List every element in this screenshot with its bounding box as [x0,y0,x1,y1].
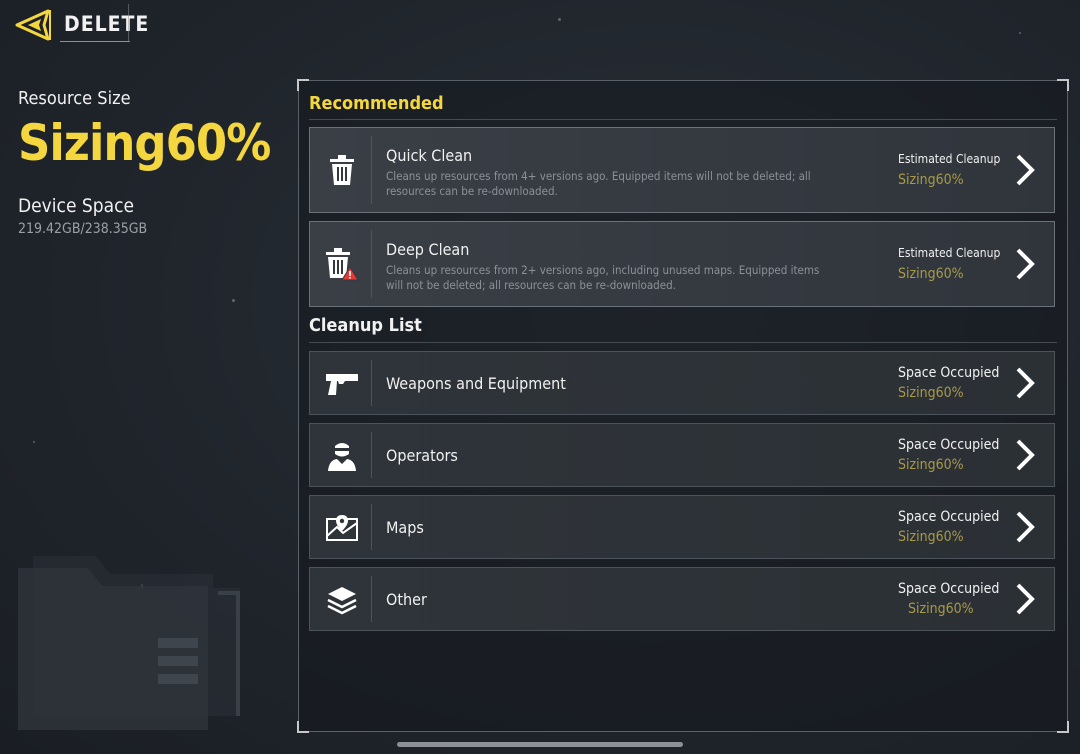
background-speck [558,18,561,21]
resource-size-value: Sizing60% [18,114,271,172]
cleanup-item-weapons[interactable]: Weapons and Equipment Space Occupied Siz… [309,351,1055,415]
chevron-right-icon [1016,583,1035,615]
space-occupied-label: Space Occupied [898,365,1000,381]
deep-clean-title: Deep Clean [386,240,470,259]
panel-corner [1057,721,1069,733]
card-divider [371,576,372,622]
estimated-cleanup-label: Estimated Cleanup [898,152,1001,166]
card-divider [371,360,372,406]
quick-clean-card[interactable]: Quick Clean Cleans up resources from 4+ … [309,127,1055,213]
layers-icon [324,582,360,618]
quick-clean-title: Quick Clean [386,146,473,165]
space-occupied-value: Sizing60% [898,385,964,401]
resource-size-label: Resource Size [18,88,131,109]
back-button[interactable] [14,8,54,42]
space-occupied-label: Space Occupied [898,581,1000,597]
trash-warning-icon [324,246,360,282]
header-divider [128,4,129,42]
space-occupied-value: Sizing60% [908,601,974,617]
header-underline [60,41,130,42]
background-speck [1019,32,1021,34]
device-space-label: Device Space [18,195,134,217]
card-divider [371,432,372,478]
home-indicator[interactable] [397,742,683,747]
space-occupied-label: Space Occupied [898,509,1000,525]
cleanup-list-title: Cleanup List [309,315,422,336]
cleanup-item-label: Weapons and Equipment [386,374,566,393]
cleanup-item-operators[interactable]: Operators Space Occupied Sizing60% [309,423,1055,487]
cleanup-item-other[interactable]: Other Space Occupied Sizing60% [309,567,1055,631]
card-divider [371,230,372,298]
cleanup-item-label: Maps [386,518,424,537]
cleanup-panel: Recommended Quick Clean Cleans up resour… [297,79,1069,733]
background-speck [232,299,235,302]
operator-icon [324,438,360,474]
estimated-cleanup-value: Sizing60% [898,172,964,188]
deep-clean-card[interactable]: Deep Clean Cleans up resources from 2+ v… [309,221,1055,307]
folder-icon [18,556,240,730]
card-divider [371,504,372,550]
space-occupied-value: Sizing60% [898,529,964,545]
quick-clean-description: Cleans up resources from 4+ versions ago… [386,169,811,198]
back-arrow-icon [15,9,51,41]
panel-corner [297,721,309,733]
estimated-cleanup-value: Sizing60% [898,266,964,282]
card-divider [371,136,372,204]
background-speck [33,441,35,443]
cleanup-item-maps[interactable]: Maps Space Occupied Sizing60% [309,495,1055,559]
estimated-cleanup-label: Estimated Cleanup [898,246,1001,260]
section-divider [309,342,1057,343]
chevron-right-icon [1016,367,1035,399]
chevron-right-icon [1016,439,1035,471]
cleanup-item-label: Operators [386,446,458,465]
panel-corner [1057,79,1069,91]
chevron-right-icon [1016,154,1035,186]
recommended-title: Recommended [309,93,444,114]
chevron-right-icon [1016,511,1035,543]
page-title: DELETE [64,12,150,36]
panel-corner [297,79,309,91]
trash-icon [324,152,360,188]
deep-clean-description: Cleans up resources from 2+ versions ago… [386,263,820,292]
map-icon [324,510,360,546]
pistol-icon [324,366,360,402]
cleanup-item-label: Other [386,590,427,609]
space-occupied-value: Sizing60% [898,457,964,473]
chevron-right-icon [1016,248,1035,280]
section-divider [309,119,1057,120]
space-occupied-label: Space Occupied [898,437,1000,453]
device-space-value: 219.42GB/238.35GB [18,221,148,237]
